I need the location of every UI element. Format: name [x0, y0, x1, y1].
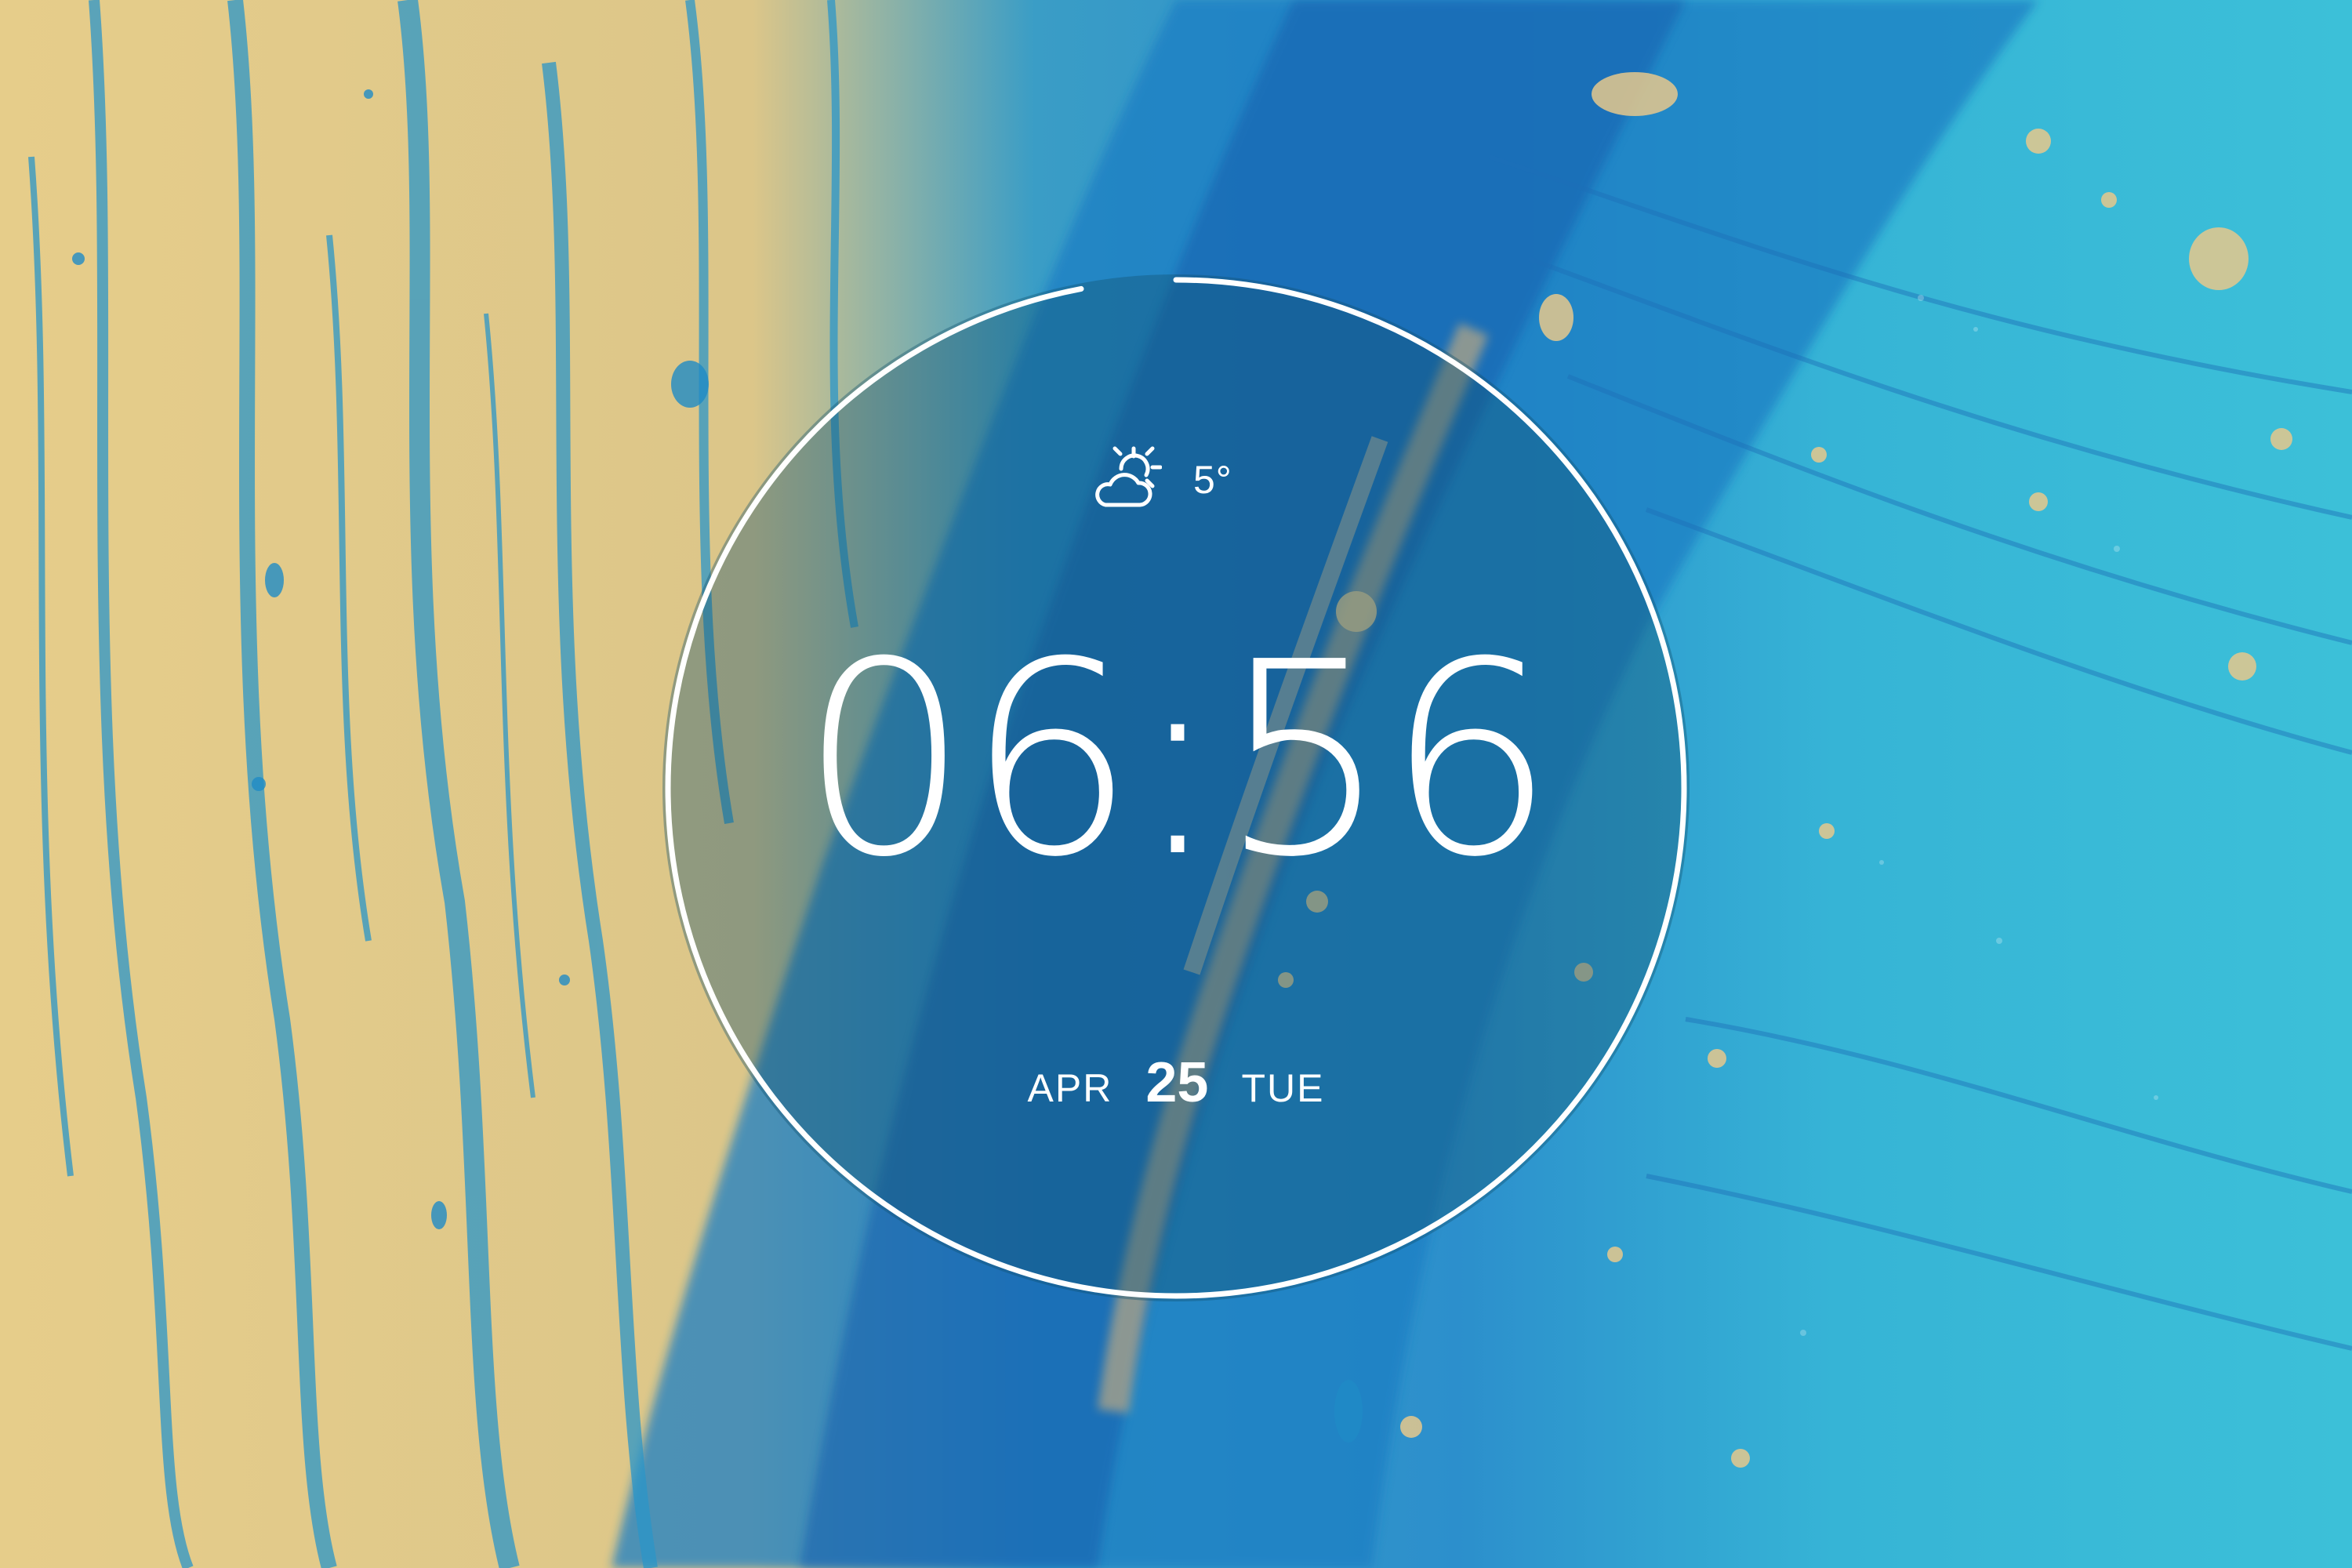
lock-screen: 5° 06:56 APR 25 TUE [0, 0, 2352, 1568]
weather-widget[interactable]: 5° [1090, 441, 1294, 519]
date-weekday: TUE [1241, 1066, 1325, 1110]
date-row: APR 25 TUE [662, 1051, 1690, 1115]
date-month: APR [1027, 1066, 1113, 1110]
temperature-label: 5° [1193, 458, 1232, 502]
date-day: 25 [1145, 1051, 1209, 1114]
clock-time: 06:56 [800, 605, 1555, 916]
partly-cloudy-sun-icon [1095, 446, 1162, 507]
